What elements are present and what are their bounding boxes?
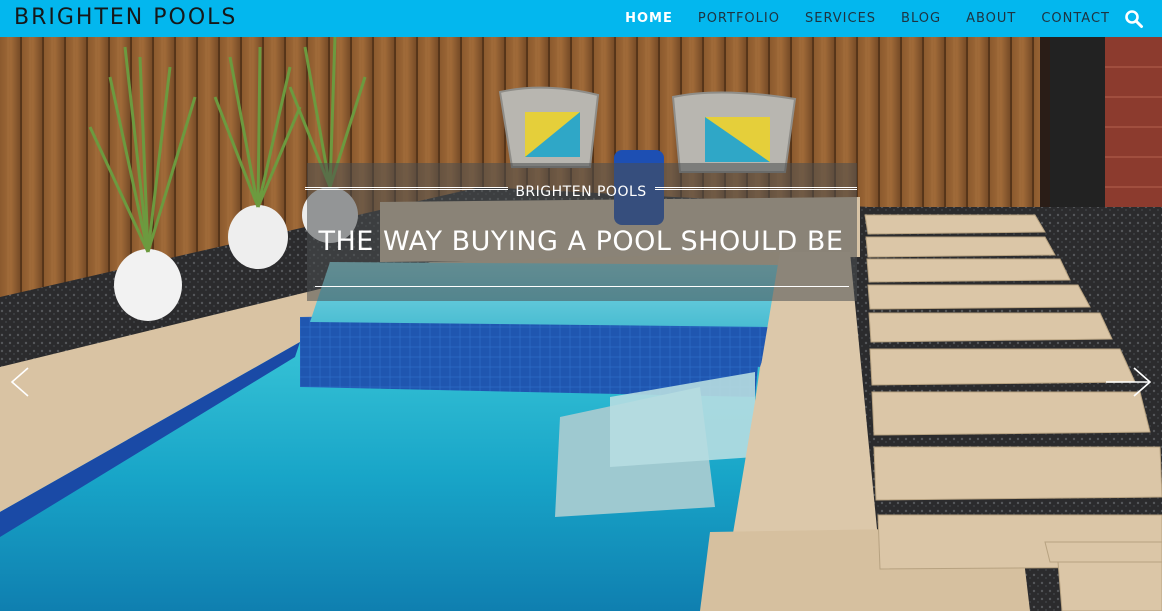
nav-about[interactable]: ABOUT	[966, 11, 1016, 26]
hero-headline: THE WAY BUYING A POOL SHOULD BE	[318, 226, 844, 257]
chevron-right-icon[interactable]	[1104, 365, 1154, 399]
caption-rule-bottom	[315, 286, 849, 287]
chevron-left-icon[interactable]	[4, 365, 54, 399]
hero-kicker: BRIGHTEN POOLS	[515, 184, 647, 200]
hero-image	[0, 37, 1162, 611]
site-header: BRIGHTEN POOLS HOME PORTFOLIO SERVICES B…	[0, 0, 1162, 37]
search-icon[interactable]	[1124, 9, 1144, 29]
nav-contact[interactable]: CONTACT	[1041, 11, 1110, 26]
nav-services[interactable]: SERVICES	[805, 11, 876, 26]
main-nav: HOME PORTFOLIO SERVICES BLOG ABOUT CONTA…	[625, 0, 1110, 37]
nav-home[interactable]: HOME	[625, 11, 673, 26]
nav-blog[interactable]: BLOG	[901, 11, 941, 26]
nav-portfolio[interactable]: PORTFOLIO	[698, 11, 780, 26]
site-logo[interactable]: BRIGHTEN POOLS	[14, 5, 237, 30]
hero-slider: BRIGHTEN POOLS THE WAY BUYING A POOL SHO…	[0, 37, 1162, 611]
